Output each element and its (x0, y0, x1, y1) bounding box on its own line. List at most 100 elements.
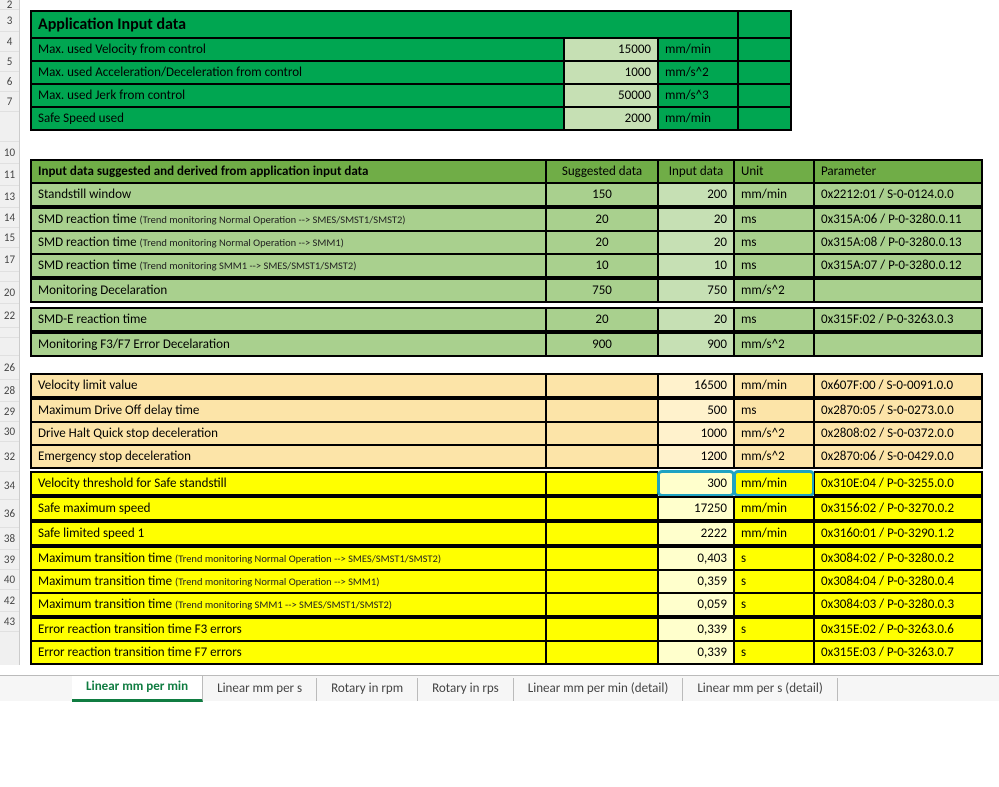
label: Max. used Jerk from control (30, 84, 564, 107)
value-cell[interactable]: 16500 (658, 373, 734, 398)
row-header[interactable]: 38 (0, 528, 19, 550)
value-cell[interactable]: 15000 (564, 38, 658, 61)
unit-cell: ms (734, 207, 814, 231)
input-cell[interactable]: 10 (658, 254, 734, 278)
label: SMD reaction time (Trend monitoring SMM1… (30, 254, 546, 278)
row-header[interactable]: 40 (0, 570, 19, 590)
row-header[interactable]: 5 (0, 52, 19, 72)
row-header[interactable]: 4 (0, 32, 19, 52)
value-cell[interactable]: 50000 (564, 84, 658, 107)
label: Velocity limit value (30, 373, 546, 398)
label: Velocity threshold for Safe standstill (30, 471, 546, 496)
param-cell: 0x2212:01 / S-0-0124.0.0 (814, 183, 983, 207)
row-header[interactable]: 30 (0, 422, 19, 442)
value-cell[interactable]: 1000 (564, 61, 658, 84)
value-cell[interactable]: 17250 (658, 496, 734, 521)
row-header[interactable]: 42 (0, 590, 19, 612)
value-cell[interactable]: 1000 (658, 422, 734, 445)
label: Safe maximum speed (30, 496, 546, 521)
suggested-cell: 10 (546, 254, 658, 278)
cell (738, 84, 792, 107)
unit-cell: s (734, 593, 814, 617)
cell (546, 398, 658, 422)
spreadsheet-body: 2 3 4 5 6 7 10 11 13 14 15 17 20 22 26 2… (0, 0, 999, 665)
application-input-section: Application Input data Max. used Velocit… (30, 10, 983, 131)
row-header[interactable]: 11 (0, 164, 19, 186)
row-header[interactable]: 26 (0, 356, 19, 380)
row-header[interactable]: 17 (0, 248, 19, 272)
row-header[interactable]: 13 (0, 186, 19, 208)
row-header[interactable] (0, 112, 19, 142)
row-header[interactable]: 20 (0, 282, 19, 304)
suggested-cell: 750 (546, 278, 658, 303)
cell (546, 471, 658, 496)
value-cell[interactable]: 0,059 (658, 593, 734, 617)
row-header[interactable]: 36 (0, 500, 19, 528)
input-cell[interactable]: 200 (658, 183, 734, 207)
row-header[interactable] (0, 328, 19, 338)
input-cell[interactable]: 20 (658, 207, 734, 231)
row-header[interactable]: 14 (0, 208, 19, 228)
value-cell[interactable]: 0,339 (658, 617, 734, 641)
cell (546, 521, 658, 546)
value-cell[interactable]: 500 (658, 398, 734, 422)
tan-section: Velocity limit value 16500 mm/min 0x607F… (30, 373, 983, 469)
row-header[interactable]: 15 (0, 228, 19, 248)
input-cell[interactable]: 750 (658, 278, 734, 303)
sheet-tab[interactable]: Linear mm per s (203, 678, 317, 701)
unit-cell: ms (734, 231, 814, 254)
param-cell: 0x3084:04 / P-0-3280.0.4 (814, 570, 983, 593)
row-header[interactable]: 32 (0, 442, 19, 472)
param-cell: 0x315A:06 / P-0-3280.0.11 (814, 207, 983, 231)
value-cell[interactable]: 1200 (658, 445, 734, 469)
row-header[interactable]: 10 (0, 142, 19, 164)
row-header[interactable]: 39 (0, 550, 19, 570)
label: Monitoring F3/F7 Error Decelaration (30, 332, 546, 357)
sheet-tab[interactable]: Linear mm per min (72, 676, 203, 702)
label: Maximum transition time (Trend monitorin… (30, 570, 546, 593)
value-cell[interactable]: 2000 (564, 107, 658, 131)
value-cell[interactable]: 0,403 (658, 546, 734, 570)
label: Standstill window (30, 183, 546, 207)
section-title: Application Input data (30, 10, 738, 38)
unit-cell: mm/min (734, 373, 814, 398)
value-cell[interactable]: 0,339 (658, 641, 734, 665)
input-cell[interactable]: 20 (658, 307, 734, 332)
sheet-tab[interactable]: Linear mm per min (detail) (514, 678, 684, 701)
unit-cell: mm/min (734, 183, 814, 207)
row-header[interactable] (0, 272, 19, 282)
param-cell: 0x315E:03 / P-0-3263.0.7 (814, 641, 983, 665)
cell (738, 38, 792, 61)
unit-cell: s (734, 617, 814, 641)
unit-cell: ms (734, 307, 814, 332)
param-cell: 0x315A:07 / P-0-3280.0.12 (814, 254, 983, 278)
row-header[interactable]: 43 (0, 612, 19, 632)
spreadsheet-grid[interactable]: Application Input data Max. used Velocit… (20, 0, 999, 665)
column-header: Parameter (814, 159, 983, 183)
row-header[interactable]: 2 (0, 0, 19, 10)
unit-cell: mm/s^2 (734, 278, 814, 303)
label: SMD-E reaction time (30, 307, 546, 332)
row-header[interactable]: 34 (0, 472, 19, 500)
suggested-cell: 20 (546, 231, 658, 254)
row-header[interactable] (0, 338, 19, 356)
sheet-tab[interactable]: Rotary in rpm (317, 678, 418, 701)
sheet-tab[interactable]: Rotary in rps (418, 678, 514, 701)
row-header[interactable]: 6 (0, 72, 19, 92)
row-header[interactable]: 3 (0, 10, 19, 32)
value-cell[interactable]: 0,359 (658, 570, 734, 593)
input-cell[interactable]: 20 (658, 231, 734, 254)
row-header[interactable]: 22 (0, 304, 19, 328)
cell (546, 641, 658, 665)
cell (546, 593, 658, 617)
value-cell[interactable]: 2222 (658, 521, 734, 546)
unit-cell: mm/min (734, 521, 814, 546)
input-cell[interactable]: 900 (658, 332, 734, 357)
selected-cell[interactable]: mm/min (734, 471, 814, 496)
row-header[interactable]: 7 (0, 92, 19, 112)
selected-cell[interactable]: 300 (658, 471, 734, 496)
suggested-cell: 900 (546, 332, 658, 357)
row-header[interactable]: 29 (0, 402, 19, 422)
row-header[interactable]: 28 (0, 380, 19, 402)
sheet-tab[interactable]: Linear mm per s (detail) (683, 678, 837, 701)
